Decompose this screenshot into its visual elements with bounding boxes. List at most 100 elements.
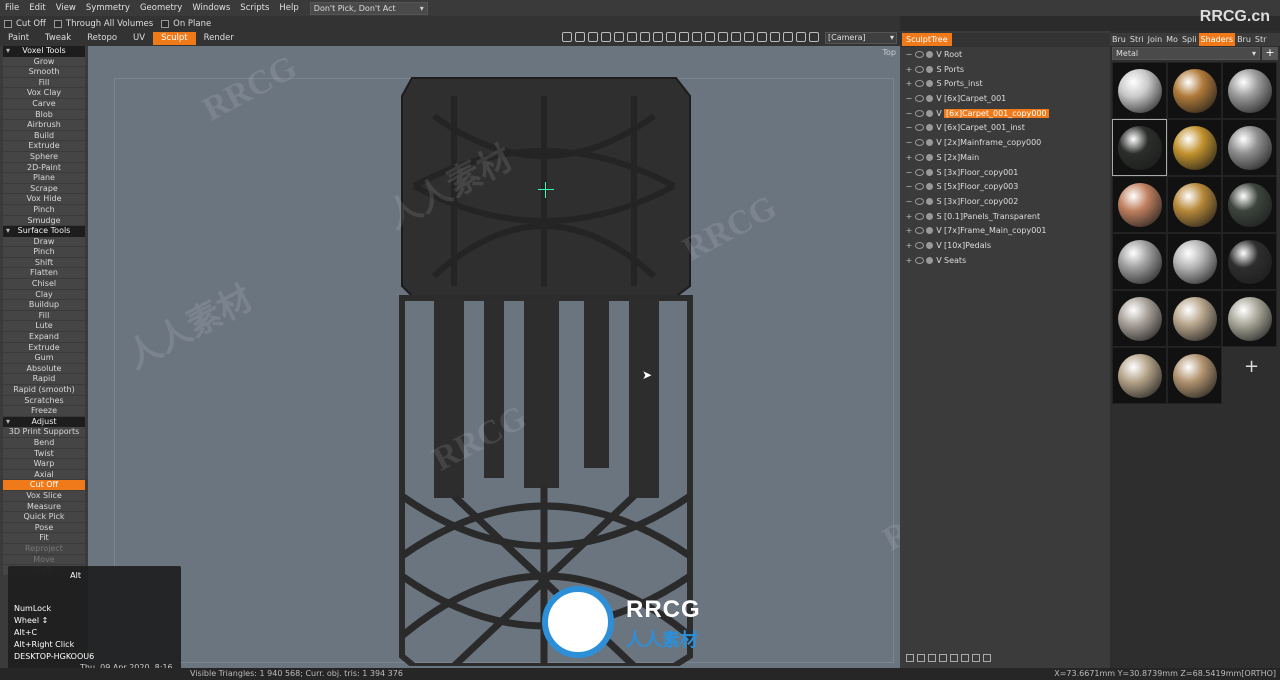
layer-name[interactable]: [6x]Carpet_001_inst <box>944 123 1025 132</box>
tool-chisel[interactable]: Chisel <box>3 279 85 290</box>
layer-name[interactable]: [5x]Floor_copy003 <box>944 182 1018 191</box>
shading-icon[interactable] <box>926 65 933 73</box>
tool-absolute[interactable]: Absolute <box>3 363 85 375</box>
viewport-tool-icon[interactable] <box>562 32 572 42</box>
tree-node[interactable]: − V [6x]Carpet_001_copy000 <box>904 107 1106 122</box>
tool-fill[interactable]: Fill <box>3 77 85 89</box>
add-layer-icon[interactable] <box>906 654 914 662</box>
layer-name[interactable]: Ports <box>944 65 964 74</box>
tab-bru[interactable]: Bru <box>1235 33 1253 46</box>
menu-item-edit[interactable]: Edit <box>24 0 50 16</box>
layer-name[interactable]: Root <box>944 50 962 59</box>
shader-swatch[interactable] <box>1222 176 1277 233</box>
tool-build[interactable]: Build <box>3 130 85 142</box>
tree-node[interactable]: + V Seats <box>904 254 1106 269</box>
layer-name[interactable]: Ports_inst <box>944 79 983 88</box>
tab-stri[interactable]: Stri <box>1128 33 1146 46</box>
viewport-tool-icon[interactable] <box>640 32 650 42</box>
layer-name[interactable]: [10x]Pedals <box>944 241 991 250</box>
tab-bru[interactable]: Bru <box>1110 33 1128 46</box>
viewport-tool-icon[interactable] <box>692 32 702 42</box>
shading-icon[interactable] <box>926 183 933 191</box>
tree-node[interactable]: − S [3x]Floor_copy002 <box>904 195 1106 210</box>
shader-swatch[interactable] <box>1167 347 1222 404</box>
layer-name[interactable]: Seats <box>944 256 966 265</box>
tool-smooth[interactable]: Smooth <box>3 67 85 78</box>
shader-swatch[interactable] <box>1222 233 1277 290</box>
shader-swatch[interactable] <box>1222 119 1277 176</box>
viewport-tool-icon[interactable] <box>601 32 611 42</box>
tree-node[interactable]: + S Ports <box>904 63 1106 78</box>
menu-item-scripts[interactable]: Scripts <box>235 0 274 16</box>
shader-swatch[interactable] <box>1167 119 1222 176</box>
tool-expand[interactable]: Expand <box>3 332 85 343</box>
tool-pose[interactable]: Pose <box>3 522 85 534</box>
shading-icon[interactable] <box>926 212 933 220</box>
tool-draw[interactable]: Draw <box>3 236 85 248</box>
visibility-icon[interactable] <box>915 256 924 264</box>
tree-node[interactable]: − V [6x]Carpet_001_inst <box>904 121 1106 136</box>
tool-move[interactable]: Move <box>3 554 85 566</box>
visibility-icon[interactable] <box>915 212 924 220</box>
expand-icon[interactable]: − <box>904 180 914 195</box>
viewport-tool-icon[interactable] <box>653 32 663 42</box>
viewport-tool-icon[interactable] <box>705 32 715 42</box>
tool-vox-slice[interactable]: Vox Slice <box>3 490 85 502</box>
delete-icon[interactable] <box>983 654 991 662</box>
expand-icon[interactable]: + <box>904 151 914 166</box>
shader-category-dropdown[interactable]: Metal <box>1112 47 1260 60</box>
viewport-tool-icon[interactable] <box>614 32 624 42</box>
visibility-icon[interactable] <box>915 80 924 88</box>
tab-mo[interactable]: Mo <box>1164 33 1180 46</box>
viewport-tool-icon[interactable] <box>718 32 728 42</box>
shading-icon[interactable] <box>926 241 933 249</box>
tree-node[interactable]: − S [5x]Floor_copy003 <box>904 180 1106 195</box>
tab-render[interactable]: Render <box>196 32 242 45</box>
tool-cut-off[interactable]: Cut Off <box>3 480 85 491</box>
tab-tweak[interactable]: Tweak <box>37 32 79 45</box>
viewport-tool-icon[interactable] <box>744 32 754 42</box>
tool-measure[interactable]: Measure <box>3 501 85 513</box>
expand-icon[interactable]: − <box>904 136 914 151</box>
shader-swatch[interactable] <box>1167 176 1222 233</box>
merge-icon[interactable] <box>950 654 958 662</box>
expand-icon[interactable]: + <box>904 210 914 225</box>
through-all-option[interactable]: Through All Volumes <box>53 19 153 29</box>
expand-icon[interactable]: − <box>904 48 914 63</box>
tool-clay[interactable]: Clay <box>3 289 85 301</box>
tool-rapid[interactable]: Rapid <box>3 374 85 385</box>
visibility-icon[interactable] <box>915 227 924 235</box>
tool-blob[interactable]: Blob <box>3 109 85 121</box>
tool-reproject[interactable]: Reproject <box>3 543 85 555</box>
tool-fit[interactable]: Fit <box>3 533 85 544</box>
shader-swatch[interactable] <box>1112 233 1167 290</box>
tool-carve[interactable]: Carve <box>3 98 85 110</box>
layer-name[interactable]: [6x]Carpet_001_copy000 <box>944 108 1049 118</box>
tool-sphere[interactable]: Sphere <box>3 151 85 163</box>
shader-swatch[interactable] <box>1112 290 1167 347</box>
expand-icon[interactable]: + <box>904 77 914 92</box>
viewport-tool-icon[interactable] <box>679 32 689 42</box>
shader-swatch[interactable] <box>1222 290 1277 347</box>
tool-extrude[interactable]: Extrude <box>3 141 85 152</box>
visibility-icon[interactable] <box>915 95 924 103</box>
tool-rapid-smooth-[interactable]: Rapid (smooth) <box>3 385 85 396</box>
tab-sculpt[interactable]: Sculpt <box>153 32 196 45</box>
tab-retopo[interactable]: Retopo <box>79 32 125 45</box>
tool-twist[interactable]: Twist <box>3 448 85 460</box>
checkbox-icon[interactable] <box>161 19 170 28</box>
visibility-icon[interactable] <box>915 51 924 58</box>
layer-name[interactable]: [3x]Floor_copy002 <box>944 197 1018 206</box>
shader-swatch[interactable] <box>1167 233 1222 290</box>
viewport-tool-icon[interactable] <box>770 32 780 42</box>
shader-swatch[interactable] <box>1112 119 1167 176</box>
expand-icon[interactable]: + <box>904 224 914 239</box>
tab-join[interactable]: Join <box>1146 33 1165 46</box>
layer-name[interactable]: [7x]Frame_Main_copy001 <box>944 226 1046 235</box>
menu-item-geometry[interactable]: Geometry <box>135 0 187 16</box>
settings-icon[interactable] <box>961 654 969 662</box>
tool-warp[interactable]: Warp <box>3 459 85 470</box>
menu-item-symmetry[interactable]: Symmetry <box>81 0 135 16</box>
section-header[interactable]: Voxel Tools <box>3 46 85 57</box>
tool-plane[interactable]: Plane <box>3 173 85 184</box>
